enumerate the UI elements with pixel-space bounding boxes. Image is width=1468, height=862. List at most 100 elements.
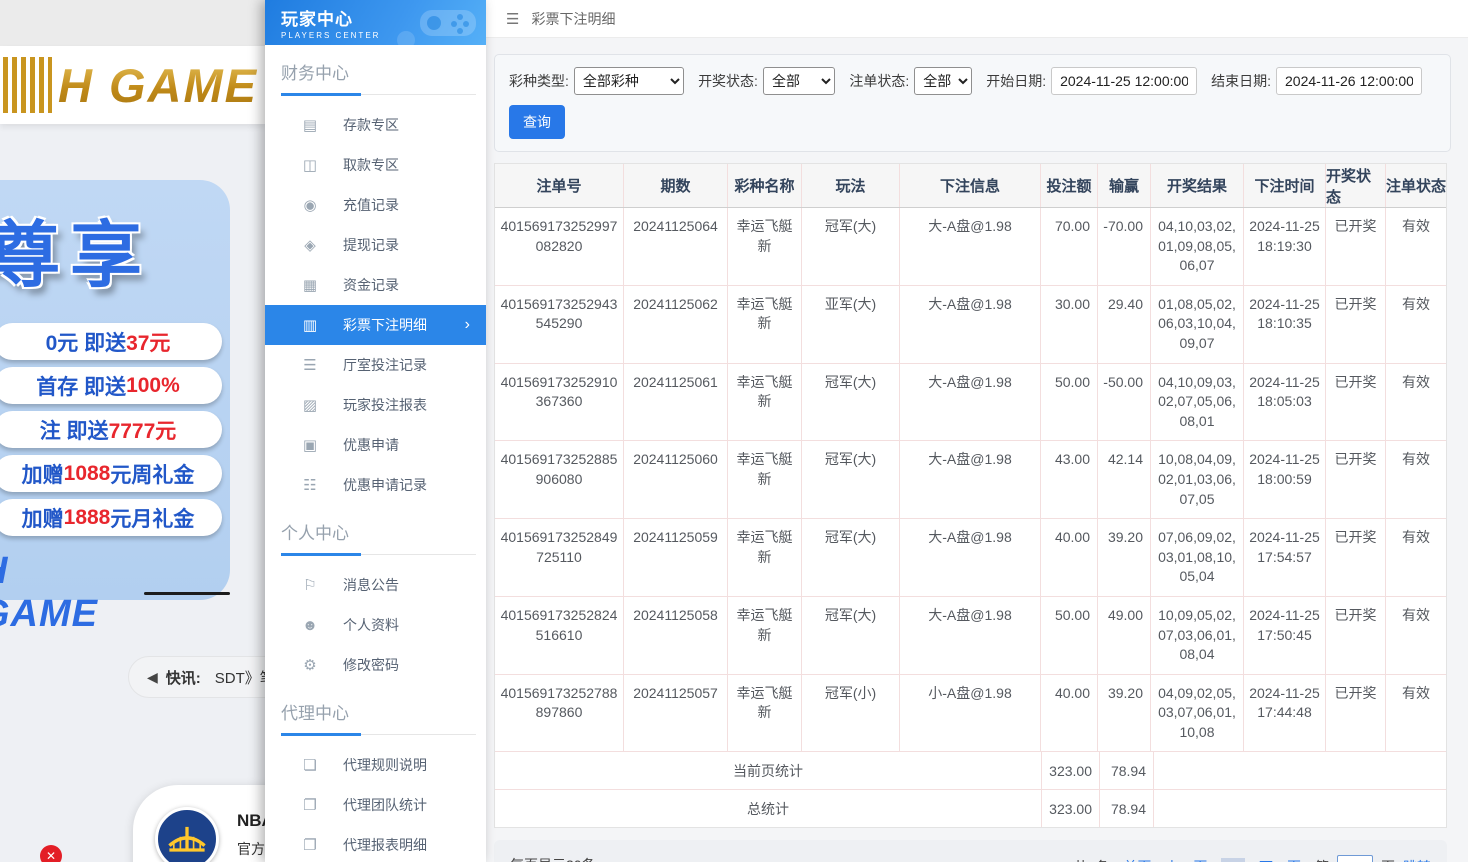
background-top-strip	[0, 0, 265, 46]
sidebar-item[interactable]: ▣ 优惠申请	[265, 425, 486, 465]
sidebar-item[interactable]: ❐ 代理报表明细	[265, 825, 486, 862]
jump-link[interactable]: 跳转	[1403, 857, 1431, 862]
section-title-personal: 个人中心	[281, 519, 476, 555]
withdrawal-record-icon: ◈	[301, 236, 319, 254]
end-date-input[interactable]	[1276, 67, 1422, 95]
sidebar-item[interactable]: ◈ 提现记录	[265, 225, 486, 265]
start-date-input[interactable]	[1051, 67, 1197, 95]
draw-result-cell: 04,09,02,05,03,07,06,01,10,08	[1151, 675, 1244, 752]
sidebar-item[interactable]: ◫ 取款专区	[265, 145, 486, 185]
order-status-cell: 有效	[1386, 441, 1446, 518]
draw-result-cell: 10,08,04,09,02,01,03,06,07,05	[1151, 441, 1244, 518]
player-bet-report-icon: ▨	[301, 396, 319, 414]
news-ticker: ◀ 快讯: SDT》笔	[128, 656, 265, 698]
hamburger-menu-icon[interactable]: ☰	[506, 10, 519, 28]
stats-label: 总统计	[495, 790, 1042, 827]
column-header: 注单状态	[1386, 164, 1446, 207]
table-row: 401569173252885906080 20241125060 幸运飞艇新 …	[495, 441, 1446, 519]
sidebar-item[interactable]: ⚐ 消息公告	[265, 565, 486, 605]
sidebar-item[interactable]: ❏ 代理规则说明	[265, 745, 486, 785]
grand-total-stats-row: 总统计 323.00 78.94	[495, 789, 1446, 827]
column-header: 注单号	[495, 164, 624, 207]
nba-title: NBA	[237, 811, 265, 831]
promo-pill-text: 注 即送	[40, 415, 109, 445]
sidebar-item[interactable]: ▨ 玩家投注报表	[265, 385, 486, 425]
main-topbar: ☰ 彩票下注明细	[486, 0, 1468, 38]
table-body: 401569173252997082820 20241125064 幸运飞艇新 …	[495, 208, 1446, 751]
current-page-stats-row: 当前页统计 323.00 78.94	[495, 751, 1446, 789]
promo-pill-text: 加赠	[22, 459, 64, 489]
filter-panel: 彩种类型: 全部彩种 开奖状态: 全部 注单状态: 全部 开始日期: 结束日期:…	[494, 54, 1451, 152]
search-button[interactable]: 查询	[509, 105, 565, 139]
draw-status-label: 开奖状态:	[698, 71, 758, 91]
bet-id-cell: 401569173252943545290	[495, 286, 624, 363]
promo-apply-record-icon: ☷	[301, 476, 319, 494]
current-page-indicator[interactable]: [1]	[1221, 858, 1245, 862]
sidebar-item-label: 存款专区	[343, 115, 399, 135]
warriors-bridge-logo-icon	[155, 807, 219, 862]
sidebar-item-label: 厅室投注记录	[343, 355, 427, 375]
sidebar-item[interactable]: ▤ 存款专区	[265, 105, 486, 145]
stats-win-total: 78.94	[1100, 752, 1154, 789]
promo-pill: 加赠1888元月礼金	[0, 499, 222, 536]
lottery-name-cell: 幸运飞艇新	[728, 208, 802, 285]
promo-banner: 尊享 0元 即送37元 首存 即送100% 注 即送7777元 加赠1088元周…	[0, 180, 230, 600]
sidebar-header: 玩家中心 PLAYERS CENTER	[265, 0, 486, 45]
bet-id-cell: 401569173252788897860	[495, 675, 624, 752]
promo-title: 尊享	[0, 196, 230, 301]
sidebar-section-agent: 代理中心 ❏ 代理规则说明 ❐ 代理团队统计 ❐ 代理报表明细	[265, 699, 486, 862]
deposit-icon: ▤	[301, 116, 319, 134]
period-cell: 20241125062	[624, 286, 728, 363]
sidebar-item-label: 消息公告	[343, 575, 399, 595]
lottery-name-cell: 幸运飞艇新	[728, 441, 802, 518]
promo-footer-logo: H GAME	[0, 550, 130, 636]
bet-detail-table: 注单号期数彩种名称玩法下注信息投注额输赢开奖结果下注时间开奖状态注单状态 401…	[494, 163, 1447, 828]
table-row: 401569173252824516610 20241125058 幸运飞艇新 …	[495, 597, 1446, 675]
win-loss-cell: 39.20	[1098, 519, 1151, 596]
background-page: H GAME 尊享 0元 即送37元 首存 即送100% 注 即送7777元 加…	[0, 0, 265, 862]
table-row: 401569173252997082820 20241125064 幸运飞艇新 …	[495, 208, 1446, 286]
promo-pill-text-tail: 元月礼金	[110, 503, 194, 533]
column-header: 玩法	[802, 164, 900, 207]
nba-promo-card: NBA 官方	[133, 785, 265, 862]
lottery-name-cell: 幸运飞艇新	[728, 286, 802, 363]
win-loss-cell: 42.14	[1098, 441, 1151, 518]
stats-empty-cell	[1154, 790, 1446, 827]
draw-status-select[interactable]: 全部	[763, 67, 835, 95]
sidebar-item[interactable]: ☰ 厅室投注记录	[265, 345, 486, 385]
sidebar-section-personal: 个人中心 ⚐ 消息公告 ☻ 个人资料 ⚙ 修改密码	[265, 519, 486, 685]
sidebar-item[interactable]: ☻ 个人资料	[265, 605, 486, 645]
sidebar-item[interactable]: ☷ 优惠申请记录	[265, 465, 486, 505]
recharge-record-icon: ◉	[301, 196, 319, 214]
promo-pill: 0元 即送37元	[0, 323, 222, 360]
next-page-link[interactable]: 下一页	[1259, 857, 1301, 862]
column-header: 下注信息	[900, 164, 1041, 207]
close-popup-button[interactable]: ✕	[40, 845, 62, 862]
promo-pill-highlight: 1888	[64, 506, 111, 530]
sidebar-item[interactable]: ▦ 资金记录	[265, 265, 486, 305]
sidebar-item[interactable]: ▥ 彩票下注明细 ›	[265, 305, 486, 345]
period-cell: 20241125061	[624, 364, 728, 441]
lottery-name-cell: 幸运飞艇新	[728, 519, 802, 596]
sidebar-item-label: 个人资料	[343, 615, 399, 635]
period-cell: 20241125060	[624, 441, 728, 518]
sidebar-item[interactable]: ◉ 充值记录	[265, 185, 486, 225]
table-row: 401569173252943545290 20241125062 幸运飞艇新 …	[495, 286, 1446, 364]
play-type-cell: 冠军(大)	[802, 597, 900, 674]
page-number-input[interactable]	[1337, 855, 1373, 862]
lottery-name-cell: 幸运飞艇新	[728, 597, 802, 674]
first-page-link[interactable]: 首页	[1123, 857, 1151, 862]
order-status-label: 注单状态:	[849, 71, 909, 91]
order-status-select[interactable]: 全部	[914, 67, 972, 95]
sidebar-item-label: 优惠申请	[343, 435, 399, 455]
sidebar-item[interactable]: ❐ 代理团队统计	[265, 785, 486, 825]
promo-apply-icon: ▣	[301, 436, 319, 454]
prev-page-link[interactable]: 上一页	[1165, 857, 1207, 862]
sidebar-item[interactable]: ⚙ 修改密码	[265, 645, 486, 685]
column-header: 开奖状态	[1326, 164, 1386, 207]
lottery-type-select[interactable]: 全部彩种	[574, 67, 684, 95]
promo-pill-highlight: 1088	[64, 462, 111, 486]
agent-team-stats-icon: ❐	[301, 796, 319, 814]
win-loss-cell: 39.20	[1098, 675, 1151, 752]
bet-amount-cell: 43.00	[1041, 441, 1098, 518]
